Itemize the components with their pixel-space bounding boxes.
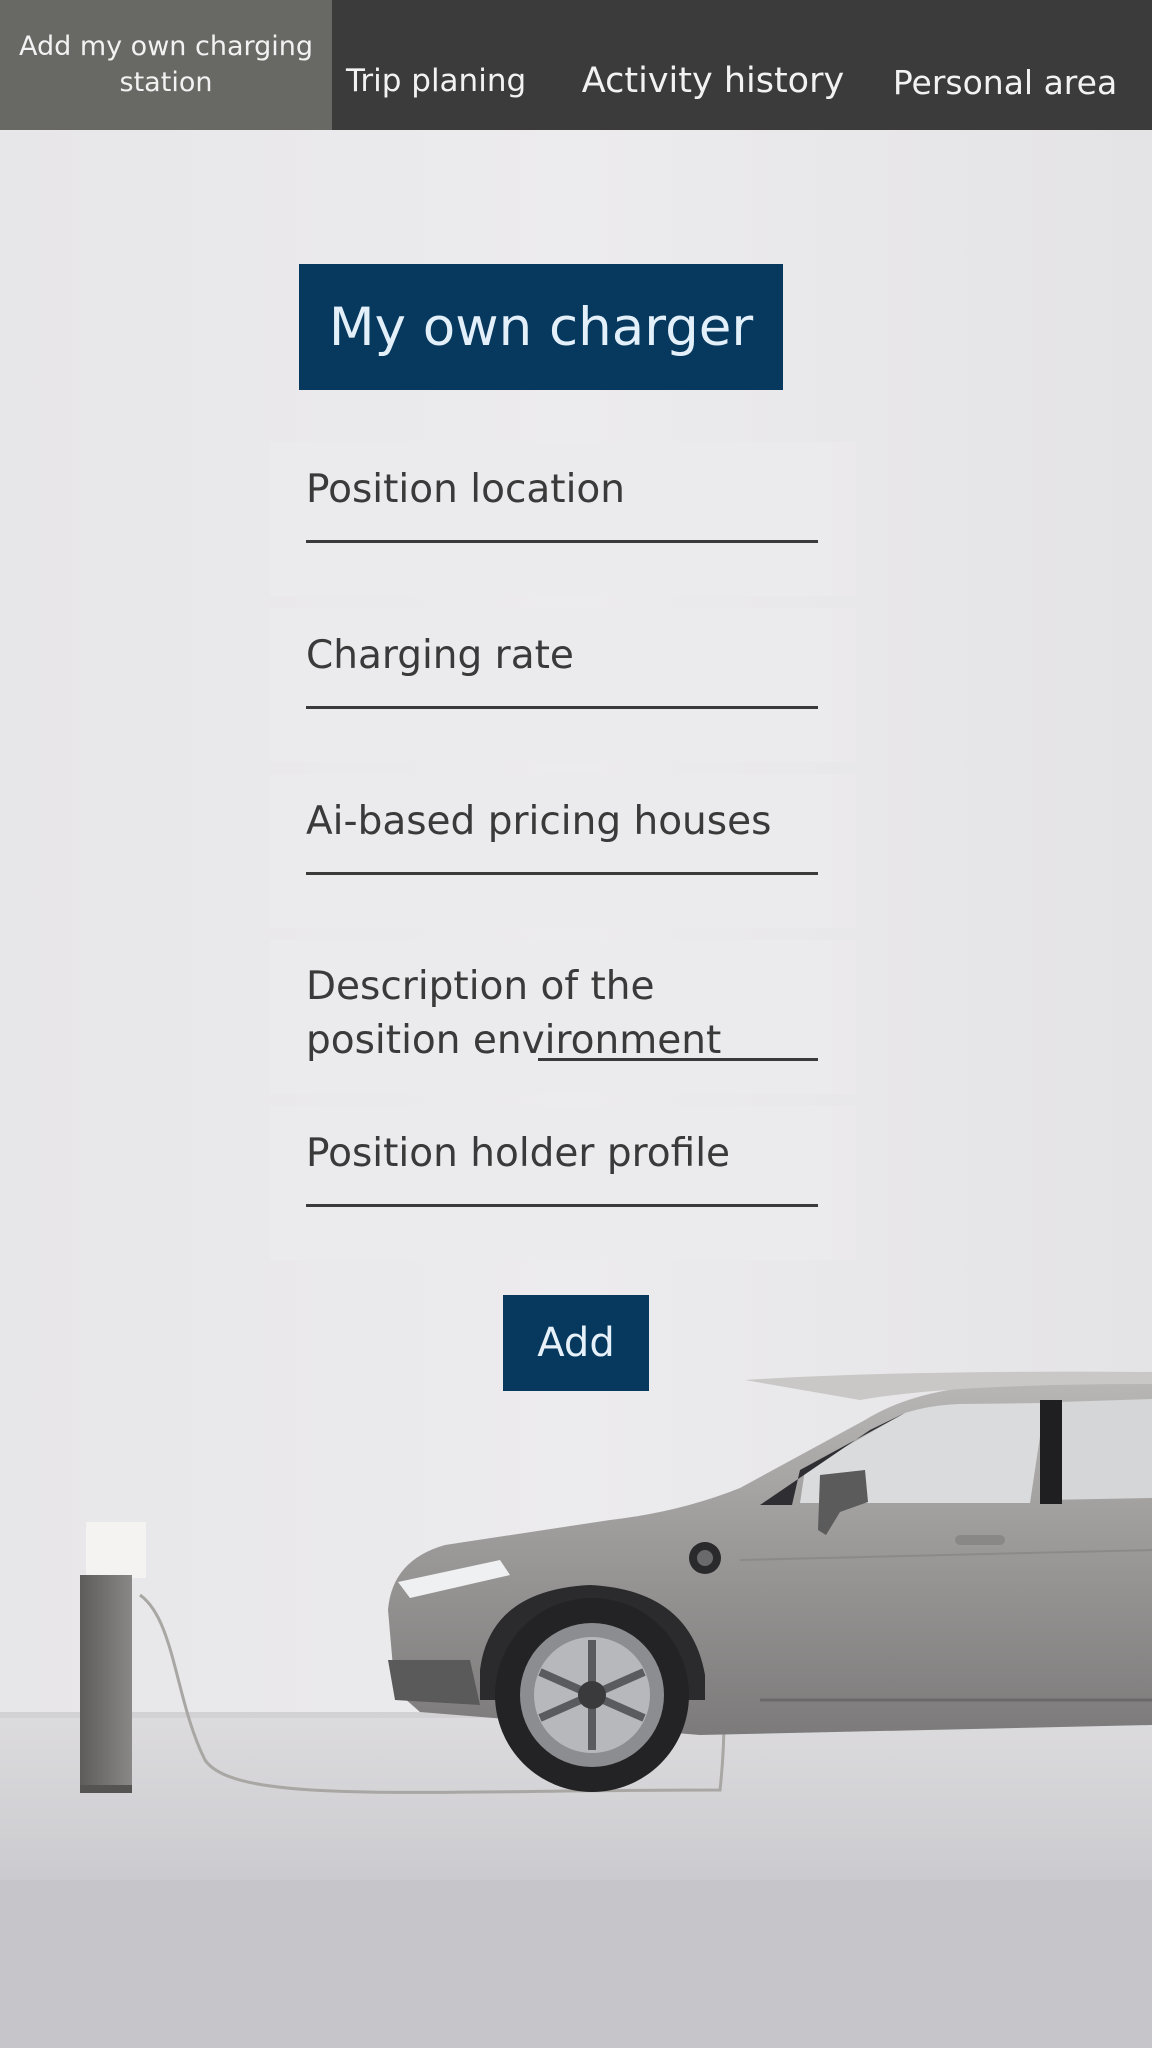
field-underline	[306, 1204, 818, 1207]
position-description-field[interactable]: Description of the position environment	[270, 940, 856, 1094]
nav-tab-label: Trip planing	[346, 63, 527, 99]
page-title: My own charger	[328, 296, 754, 358]
nav-tab-activity-history[interactable]: Activity history	[578, 0, 848, 130]
position-location-field[interactable]: Position location	[270, 442, 856, 596]
page-title-banner: My own charger	[299, 264, 783, 390]
nav-tab-label: Add my own charging station	[18, 31, 314, 98]
field-label: Position location	[306, 467, 625, 512]
field-underline	[306, 706, 818, 709]
ai-pricing-field[interactable]: Ai-based pricing houses	[270, 774, 856, 928]
top-nav-bar: Add my own charging station Trip planing…	[0, 0, 1152, 130]
position-holder-profile-field[interactable]: Position holder profile	[270, 1106, 856, 1260]
field-underline	[306, 540, 818, 543]
nav-tab-label: Personal area	[892, 62, 1118, 102]
field-label: Description of the position environment	[306, 964, 722, 1063]
nav-tab-label: Activity history	[581, 61, 845, 101]
field-label: Charging rate	[306, 633, 574, 678]
field-label: Ai-based pricing houses	[306, 799, 772, 844]
field-label: Position holder profile	[306, 1131, 731, 1176]
nav-tab-personal-area[interactable]: Personal area	[870, 0, 1140, 130]
field-underline	[306, 872, 818, 875]
charging-rate-field[interactable]: Charging rate	[270, 608, 856, 762]
nav-tab-trip-planning[interactable]: Trip planing	[332, 0, 528, 130]
nav-tab-add-charging-station[interactable]: Add my own charging station	[0, 0, 332, 130]
add-button[interactable]: Add	[503, 1295, 649, 1391]
